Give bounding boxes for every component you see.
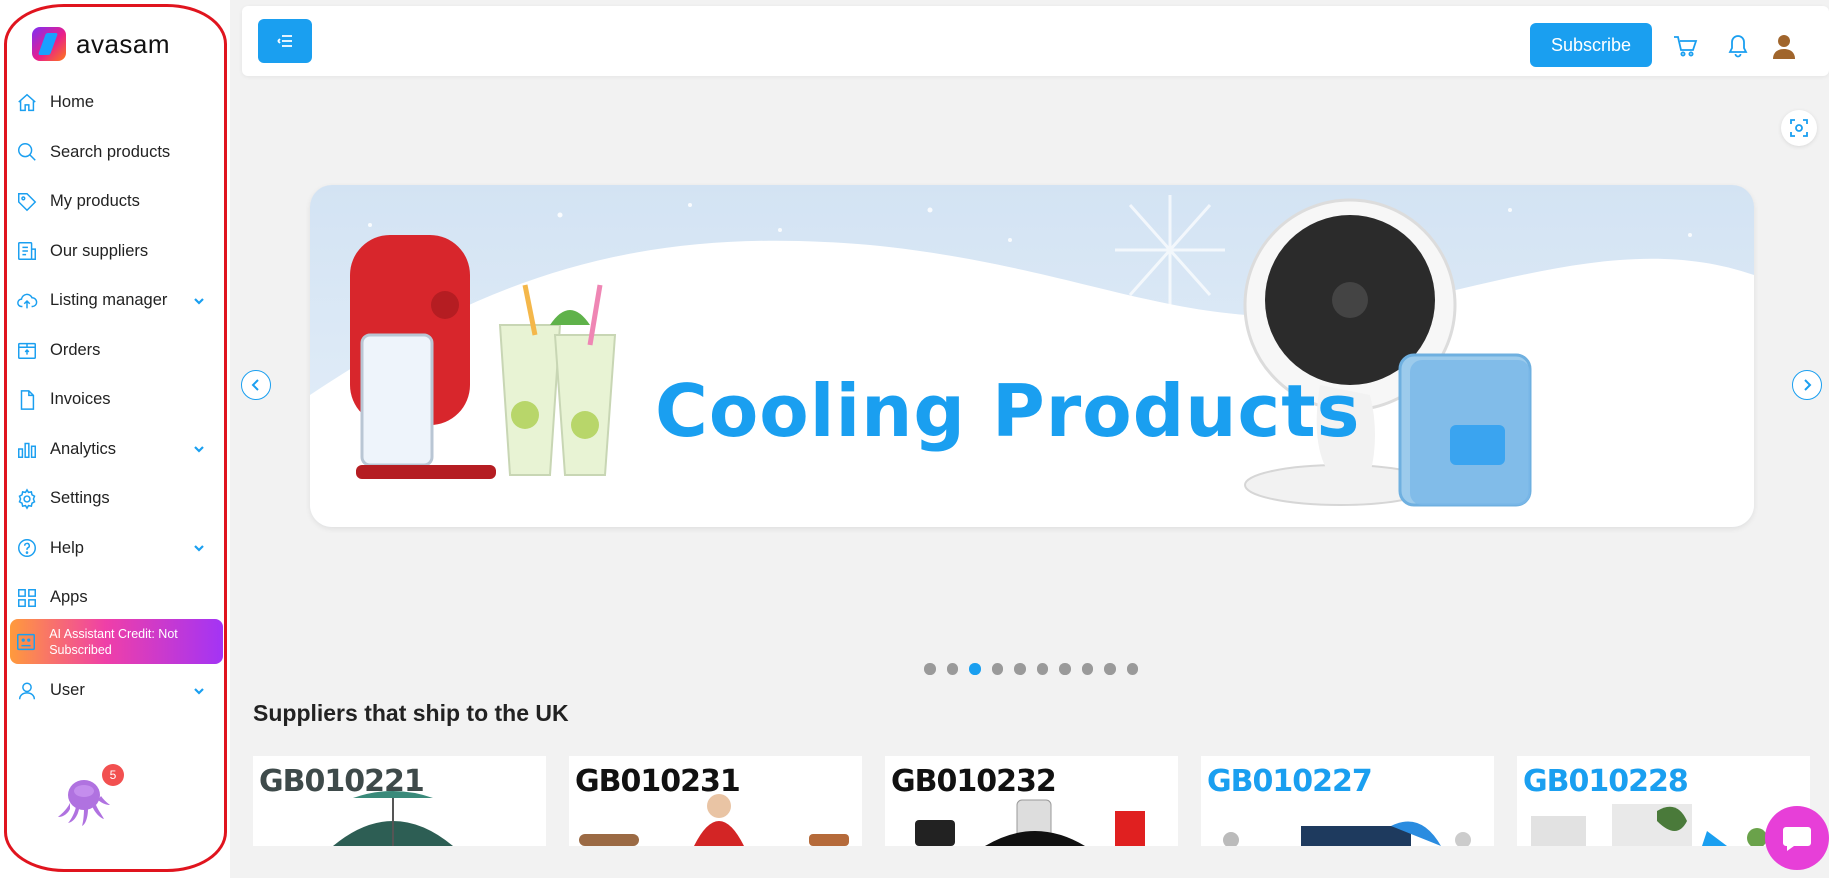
document-icon (14, 387, 40, 413)
sidebar-item-invoices[interactable]: Invoices (0, 375, 230, 425)
sidebar-item-label: User (50, 681, 85, 700)
bar-chart-icon (14, 436, 40, 462)
carousel-dot[interactable] (946, 663, 958, 675)
supplier-cards: GB010221 GB010231 GB010232 GB010227 GB01… (253, 756, 1810, 846)
supplier-card[interactable]: GB010231 (569, 756, 862, 846)
user-icon (14, 678, 40, 704)
carousel-dots (924, 663, 1138, 675)
chevron-down-icon[interactable] (192, 541, 206, 555)
brand-name: avasam (76, 28, 171, 59)
sidebar-item-label: Listing manager (50, 291, 168, 310)
sidebar-item-home[interactable]: Home (0, 78, 230, 128)
sidebar-item-label: My products (50, 192, 140, 211)
carousel-prev-button[interactable] (241, 370, 271, 400)
supplier-code: GB010228 (1523, 764, 1689, 799)
sidebar-item-label: Settings (50, 489, 110, 508)
subscribe-button[interactable]: Subscribe (1530, 23, 1652, 67)
supplier-code: GB010221 (259, 764, 425, 799)
supplier-card[interactable]: GB010221 (253, 756, 546, 846)
chevron-down-icon[interactable] (192, 294, 206, 308)
grid-icon (14, 585, 40, 611)
home-icon (14, 90, 40, 116)
suppliers-icon (14, 238, 40, 264)
carousel-dot[interactable] (1059, 663, 1071, 675)
carousel-dot[interactable] (924, 663, 936, 675)
sidebar-item-label: Search products (50, 142, 171, 161)
sidebar-item-orders[interactable]: Orders (0, 326, 230, 376)
sidebar-item-search-products[interactable]: Search products (0, 128, 230, 178)
carousel-dot[interactable] (1126, 663, 1138, 675)
top-bar: Subscribe (242, 6, 1829, 76)
sidebar-item-our-suppliers[interactable]: Our suppliers (0, 227, 230, 277)
question-icon (14, 535, 40, 561)
sidebar-item-label: Help (50, 538, 84, 557)
sidebar-nav: Home Search products My products Our sup… (0, 78, 230, 623)
bell-icon[interactable] (1722, 30, 1754, 62)
supplier-code: GB010232 (891, 764, 1057, 799)
chat-button[interactable] (1765, 806, 1829, 870)
tag-icon (14, 189, 40, 215)
chevron-down-icon[interactable] (192, 684, 206, 698)
banner-title: Cooling Products (655, 369, 1361, 453)
supplier-code: GB010227 (1207, 764, 1373, 799)
chevron-left-icon (251, 379, 259, 391)
search-icon (14, 139, 40, 165)
menu-toggle-button[interactable] (258, 19, 312, 63)
section-title: Suppliers that ship to the UK (253, 700, 569, 726)
cloud-upload-icon (14, 288, 40, 314)
supplier-code: GB010231 (575, 764, 741, 799)
carousel-dot[interactable] (1104, 663, 1116, 675)
cart-icon[interactable] (1669, 30, 1701, 62)
ai-assistant-credit[interactable]: AI Assistant Credit: Not Subscribed (10, 619, 223, 664)
carousel-next-button[interactable] (1792, 370, 1822, 400)
sidebar-item-analytics[interactable]: Analytics (0, 425, 230, 475)
menu-collapse-icon (277, 35, 292, 47)
sidebar-item-my-products[interactable]: My products (0, 177, 230, 227)
supplier-card[interactable]: GB010232 (885, 756, 1178, 846)
avatar-icon[interactable] (1768, 30, 1800, 62)
brand-logo[interactable]: avasam (32, 27, 170, 61)
sidebar-item-label: Analytics (50, 439, 117, 458)
ice-packs-image (1398, 353, 1532, 507)
sidebar-item-settings[interactable]: Settings (0, 474, 230, 524)
sidebar-item-apps[interactable]: Apps (0, 573, 230, 623)
carousel-dot[interactable] (991, 663, 1003, 675)
carousel-dot[interactable] (1081, 663, 1093, 675)
sidebar-item-label: Apps (50, 588, 88, 607)
chat-bubble-icon (1783, 827, 1811, 851)
sidebar-item-label: Invoices (50, 390, 111, 409)
avasam-logo-icon (32, 27, 66, 61)
sidebar-item-user[interactable]: User (0, 666, 230, 716)
sidebar-item-listing-manager[interactable]: Listing manager (0, 276, 230, 326)
assistant-icon (14, 629, 37, 655)
chevron-down-icon[interactable] (192, 442, 206, 456)
gear-icon (14, 486, 40, 512)
scan-icon[interactable] (1781, 110, 1817, 146)
chevron-right-icon (1804, 379, 1812, 391)
notification-badge: 5 (102, 764, 124, 786)
supplier-card[interactable]: GB010227 (1201, 756, 1494, 846)
carousel-dot-active[interactable] (969, 663, 981, 675)
sidebar-item-label: Our suppliers (50, 241, 149, 260)
sidebar-item-label: Orders (50, 340, 101, 359)
ai-credit-text: AI Assistant Credit: Not Subscribed (49, 626, 178, 657)
carousel-banner[interactable]: Cooling Products ICE PACKS (310, 185, 1754, 527)
carousel-dot[interactable] (1036, 663, 1048, 675)
box-icon (14, 337, 40, 363)
ice-pack-label: ICE PACKS (1598, 391, 1674, 407)
sidebar-item-label: Home (50, 93, 95, 112)
sidebar: avasam Home Search products My products … (0, 0, 230, 878)
sidebar-item-help[interactable]: Help (0, 524, 230, 574)
banner-artwork (310, 195, 1754, 527)
carousel-dot[interactable] (1014, 663, 1026, 675)
